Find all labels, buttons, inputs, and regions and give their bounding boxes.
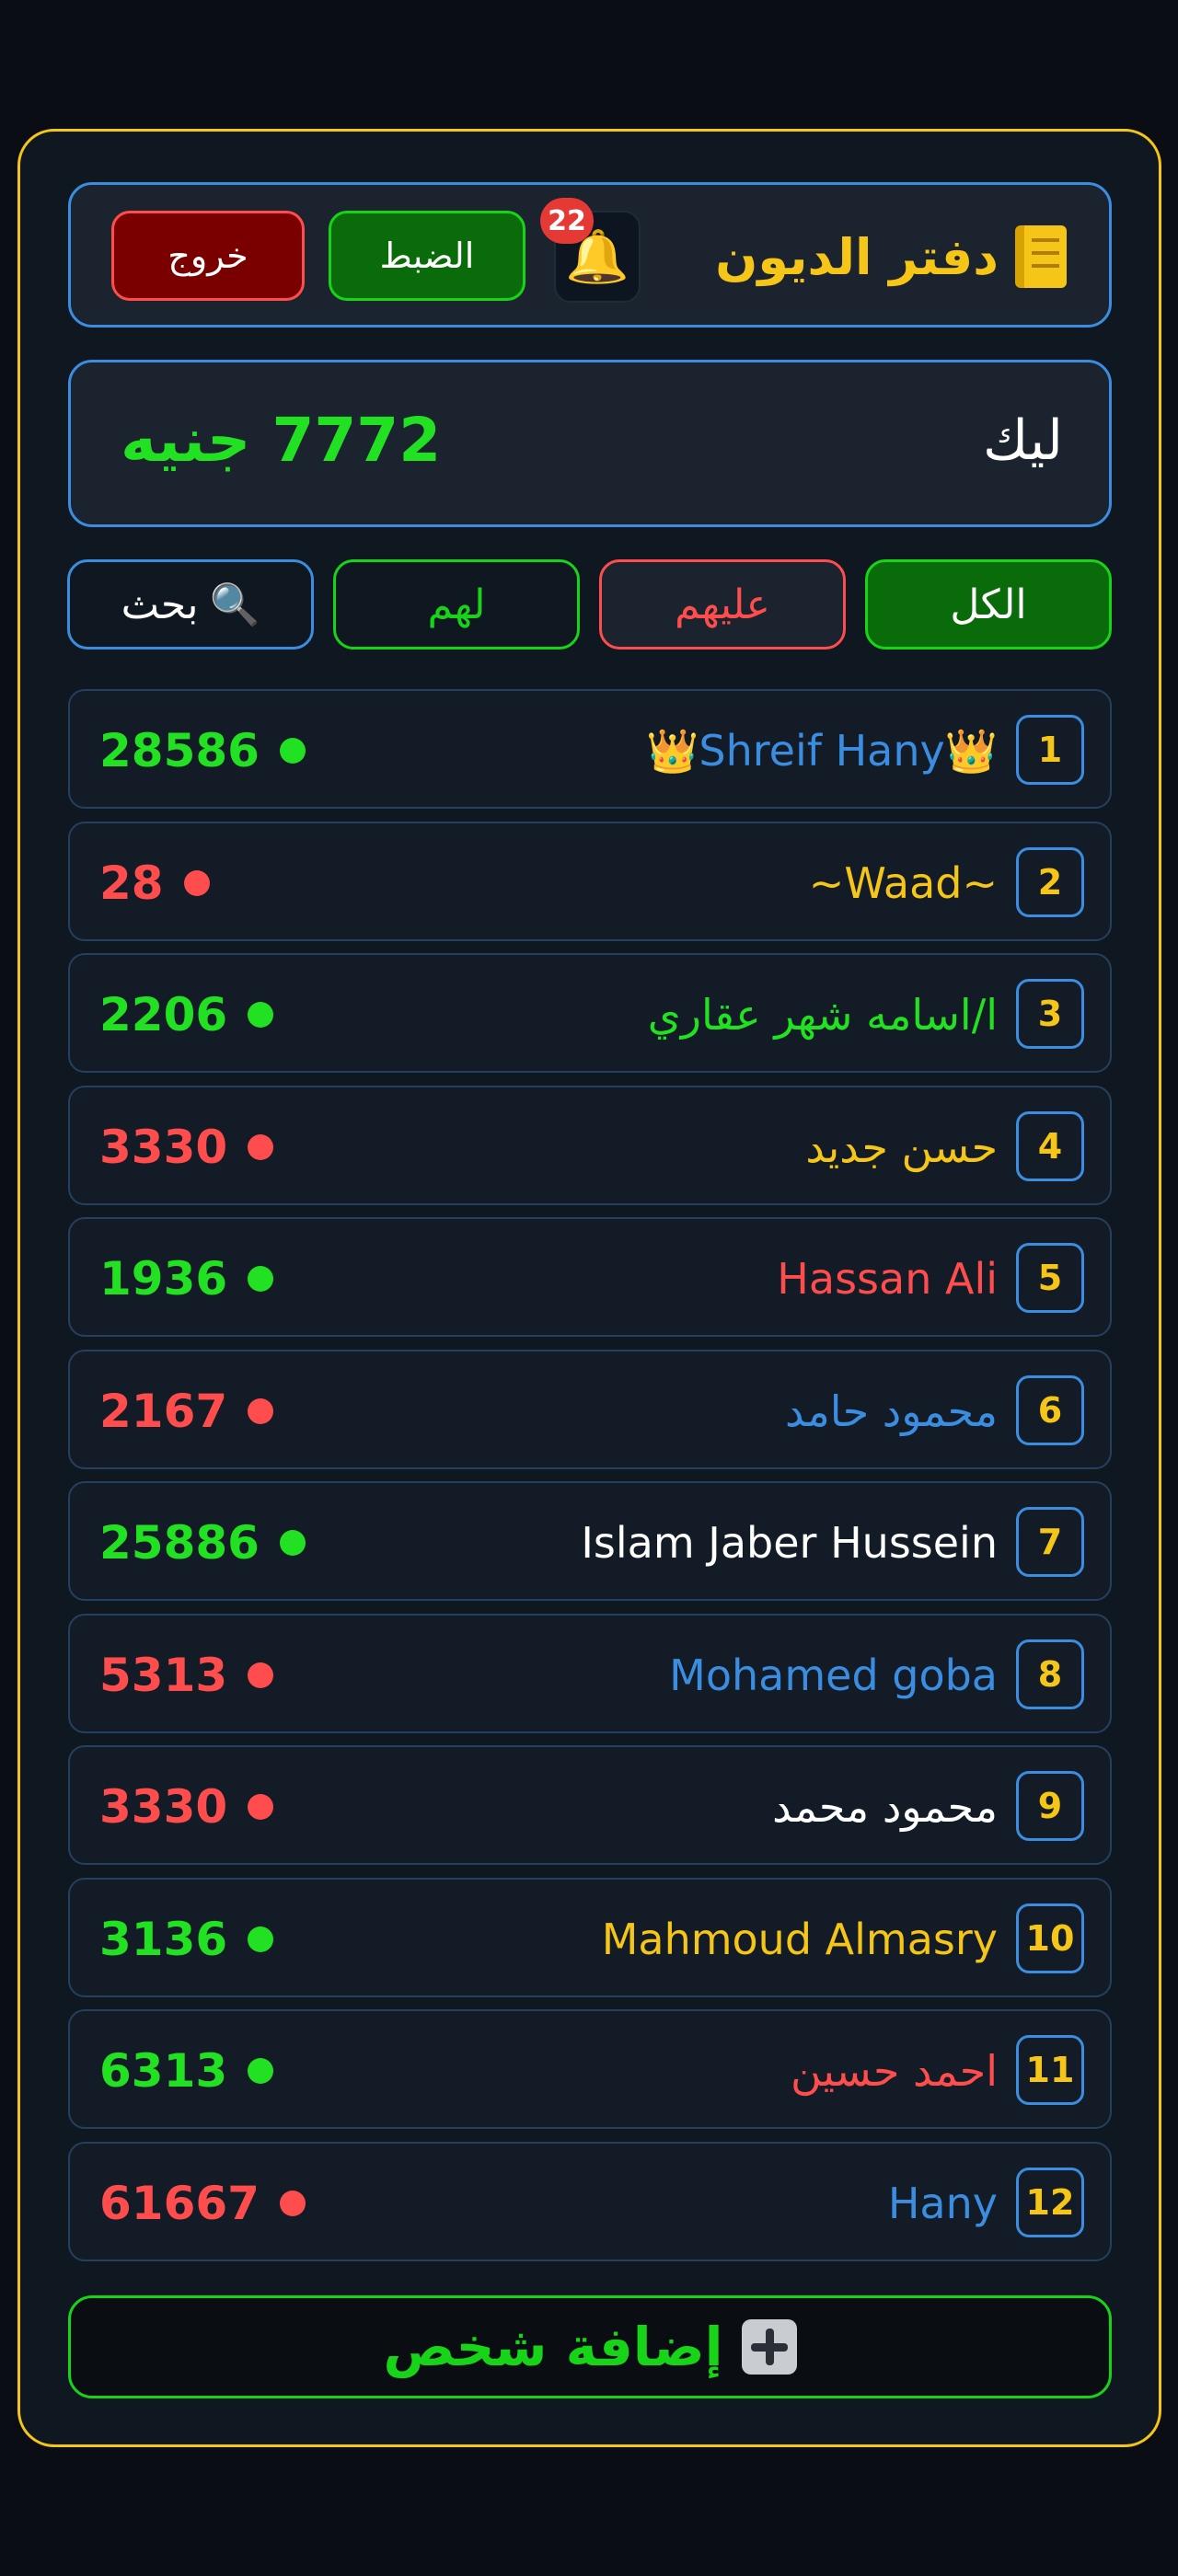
amount-value: 3330 xyxy=(99,1121,228,1174)
person-amount: 6313 xyxy=(99,2037,274,2105)
person-row[interactable]: 8 Mohamed goba 5313 xyxy=(68,1614,1112,1733)
person-amount: 28586 xyxy=(99,717,306,785)
add-person-label: إضافة شخص xyxy=(383,2316,723,2378)
person-row[interactable]: 10 Mahmoud Almasry 3136 xyxy=(68,1878,1112,1997)
person-row[interactable]: 7 Islam Jaber Hussein 25886 xyxy=(68,1481,1112,1601)
amount-value: 1936 xyxy=(99,1252,228,1305)
add-person-button[interactable]: إضافة شخص xyxy=(68,2295,1112,2398)
person-name: Hassan Ali xyxy=(777,1254,998,1304)
amount-value: 5313 xyxy=(99,1649,228,1702)
status-dot-icon xyxy=(248,1398,274,1424)
person-name: محمود محمد xyxy=(772,1782,998,1832)
plus-icon xyxy=(741,2319,797,2375)
person-amount: 3330 xyxy=(99,1113,274,1181)
person-amount: 28 xyxy=(99,849,210,917)
person-amount: 25886 xyxy=(99,1509,306,1577)
status-dot-icon xyxy=(183,870,210,896)
app-title-text: دفتر الديون xyxy=(715,227,999,286)
amount-value: 2167 xyxy=(99,1385,228,1438)
person-name: ا/اسامه شهر عقاري xyxy=(647,990,998,1040)
person-row[interactable]: 12 Hany 61667 xyxy=(68,2142,1112,2261)
status-dot-icon xyxy=(279,2191,306,2216)
amount-value: 28586 xyxy=(99,724,260,777)
person-row[interactable]: 1 👑Shreif Hany👑 28586 xyxy=(68,689,1112,809)
amount-value: 6313 xyxy=(99,2044,228,2098)
app-title: دفتر الديون xyxy=(715,220,1067,293)
person-amount: 1936 xyxy=(99,1245,274,1313)
status-dot-icon xyxy=(248,1662,274,1688)
person-number: 11 xyxy=(1016,2035,1084,2105)
status-dot-icon xyxy=(279,738,306,764)
person-row[interactable]: 9 محمود محمد 3330 xyxy=(68,1745,1112,1865)
amount-value: 61667 xyxy=(99,2177,260,2230)
person-number: 4 xyxy=(1016,1111,1084,1181)
person-number: 6 xyxy=(1016,1375,1084,1445)
balance-label: ليك xyxy=(983,408,1063,473)
status-dot-icon xyxy=(279,1530,306,1556)
status-dot-icon xyxy=(248,1794,274,1820)
person-amount: 3136 xyxy=(99,1905,274,1973)
person-number: 9 xyxy=(1016,1771,1084,1841)
person-name: محمود حامد xyxy=(784,1386,998,1436)
balance-amount: 7772 جنيه xyxy=(121,405,442,476)
person-row[interactable]: 4 حسن جديد 3330 xyxy=(68,1086,1112,1205)
person-name: حسن جديد xyxy=(805,1122,998,1172)
amount-value: 25886 xyxy=(99,1516,260,1570)
person-number: 8 xyxy=(1016,1639,1084,1709)
amount-value: 2206 xyxy=(99,988,228,1041)
amount-value: 3330 xyxy=(99,1780,228,1834)
person-name: Hany xyxy=(887,2179,998,2228)
notebook-icon xyxy=(1015,225,1067,288)
amount-value: 3136 xyxy=(99,1913,228,1966)
app-header: دفتر الديون 🔔 22 الضبط خروج xyxy=(68,182,1112,328)
person-name: 👑Shreif Hany👑 xyxy=(646,725,998,776)
person-name: ~Waad~ xyxy=(808,858,998,908)
person-amount: 3330 xyxy=(99,1773,274,1841)
status-dot-icon xyxy=(248,1002,274,1028)
notification-badge: 22 xyxy=(540,198,594,244)
person-amount: 2167 xyxy=(99,1377,274,1445)
person-number: 2 xyxy=(1016,847,1084,917)
amount-value: 28 xyxy=(99,857,164,910)
person-row[interactable]: 2 ~Waad~ 28 xyxy=(68,822,1112,941)
status-dot-icon xyxy=(248,2058,274,2084)
filter-all-button[interactable]: الكل xyxy=(865,559,1112,650)
person-name: Mahmoud Almasry xyxy=(601,1915,998,1964)
status-dot-icon xyxy=(248,1926,274,1952)
person-number: 10 xyxy=(1016,1903,1084,1973)
person-number: 5 xyxy=(1016,1243,1084,1313)
person-row[interactable]: 6 محمود حامد 2167 xyxy=(68,1350,1112,1469)
settings-button[interactable]: الضبط xyxy=(329,211,525,301)
main-card: دفتر الديون 🔔 22 الضبط خروج ليك 7772 جني… xyxy=(17,129,1161,2447)
person-name: احمد حسين xyxy=(791,2046,998,2096)
status-dot-icon xyxy=(248,1266,274,1292)
person-number: 12 xyxy=(1016,2168,1084,2237)
person-row[interactable]: 3 ا/اسامه شهر عقاري 2206 xyxy=(68,953,1112,1073)
magnifier-icon: 🔍 xyxy=(209,581,260,628)
person-row[interactable]: 5 Hassan Ali 1936 xyxy=(68,1217,1112,1337)
person-row[interactable]: 11 احمد حسين 6313 xyxy=(68,2009,1112,2129)
person-amount: 61667 xyxy=(99,2169,306,2237)
search-button[interactable]: بحث 🔍 xyxy=(67,559,314,650)
filter-owed-button[interactable]: لهم xyxy=(333,559,580,650)
filter-bar: الكل عليهم لهم بحث 🔍 xyxy=(67,559,1112,650)
person-name: Islam Jaber Hussein xyxy=(581,1518,998,1568)
person-number: 3 xyxy=(1016,979,1084,1049)
balance-panel: ليك 7772 جنيه xyxy=(68,360,1112,527)
person-number: 1 xyxy=(1016,715,1084,785)
status-dot-icon xyxy=(248,1134,274,1160)
search-label: بحث xyxy=(121,581,199,628)
person-amount: 5313 xyxy=(99,1641,274,1709)
person-number: 7 xyxy=(1016,1507,1084,1577)
filter-owe-button[interactable]: عليهم xyxy=(599,559,846,650)
person-amount: 2206 xyxy=(99,981,274,1049)
person-name: Mohamed goba xyxy=(669,1650,998,1700)
logout-button[interactable]: خروج xyxy=(111,211,305,301)
